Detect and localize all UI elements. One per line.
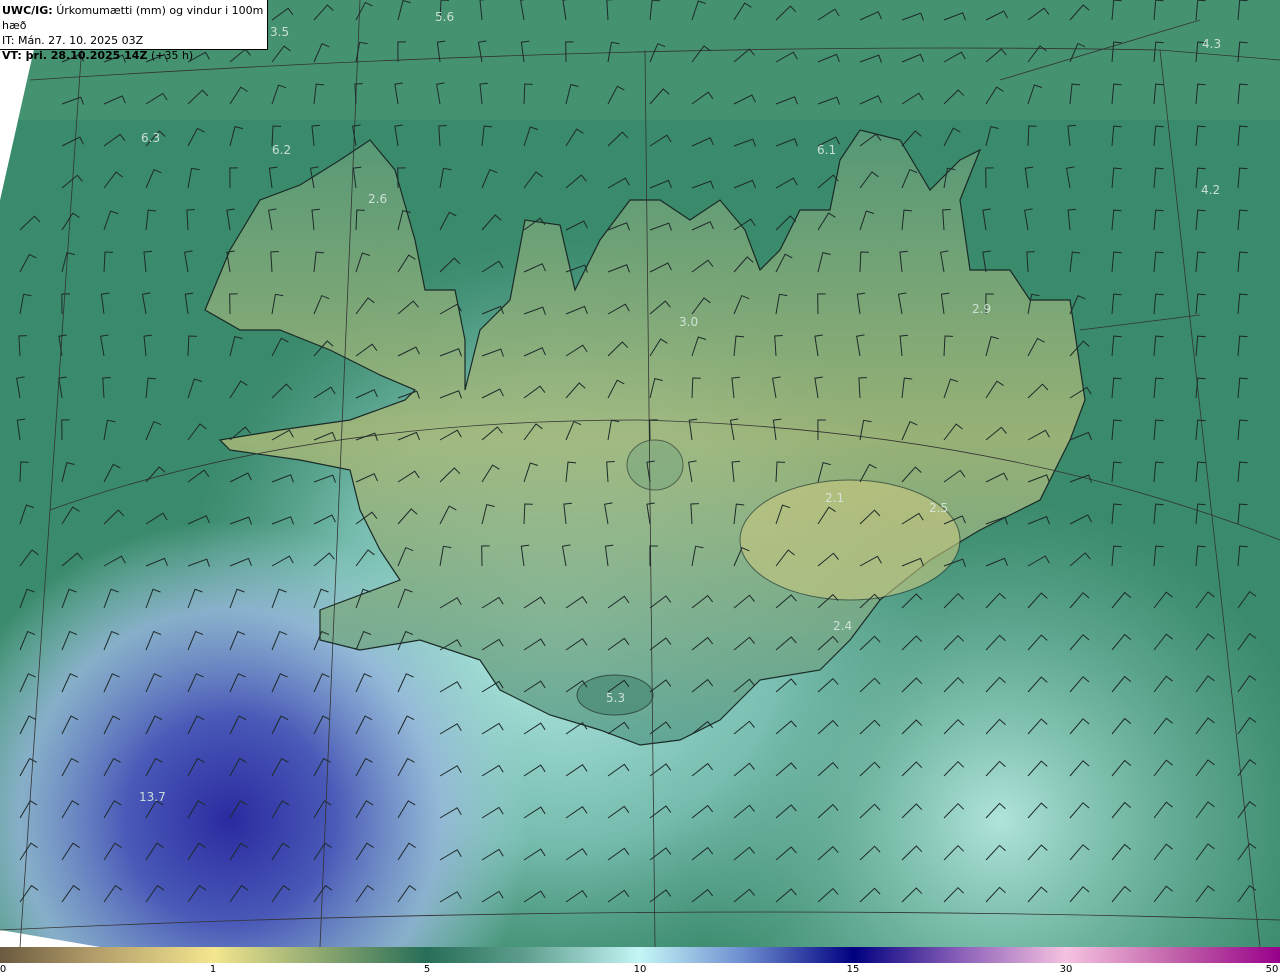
- colorbar-tick: 15: [846, 964, 860, 975]
- max-value-label: 2.6: [368, 192, 388, 206]
- max-value-label: 6.1: [817, 143, 837, 157]
- max-value-label: 3.5: [270, 25, 290, 39]
- max-value-label: 4.2: [1201, 183, 1221, 197]
- colorbar: [0, 947, 1280, 963]
- max-value-label: 5.6: [435, 10, 455, 24]
- max-value-label: 2.1: [825, 491, 845, 505]
- precipitation-wind-map: [0, 0, 1280, 947]
- valid-time: VT: þri. 28.10.2025 14Z: [2, 49, 148, 62]
- max-value-label: 13.7: [139, 790, 166, 804]
- colorbar-tick: 0: [0, 964, 7, 975]
- colorbar-tick: 50: [1265, 964, 1279, 975]
- lead-time: (+35 h): [150, 49, 194, 62]
- colorbar-tick: 1: [209, 964, 217, 975]
- max-value-label: 2.9: [972, 302, 992, 316]
- colorbar-tick: 30: [1059, 964, 1073, 975]
- max-value-label: 6.3: [141, 131, 161, 145]
- colorbar-tick: 5: [423, 964, 431, 975]
- max-value-label: 3.0: [679, 315, 699, 329]
- max-value-label: 2.4: [833, 619, 853, 633]
- max-value-label: 6.2: [272, 143, 292, 157]
- map-header: UWC/IG: Úrkomumætti (mm) og vindur i 100…: [0, 0, 268, 62]
- model-name: UWC/IG:: [2, 4, 53, 17]
- glacier-langjokull: [626, 439, 684, 491]
- initial-time: IT: Mán. 27. 10. 2025 03Z: [2, 34, 144, 47]
- max-value-label: 4.3: [1202, 37, 1222, 51]
- colorbar-tick: 10: [633, 964, 647, 975]
- colorbar-ticks: 0 1 5 10 15 30 50: [0, 963, 1280, 978]
- glacier-vatnajokull: [739, 479, 961, 601]
- max-value-label: 2.5: [929, 501, 949, 515]
- max-value-label: 5.3: [606, 691, 626, 705]
